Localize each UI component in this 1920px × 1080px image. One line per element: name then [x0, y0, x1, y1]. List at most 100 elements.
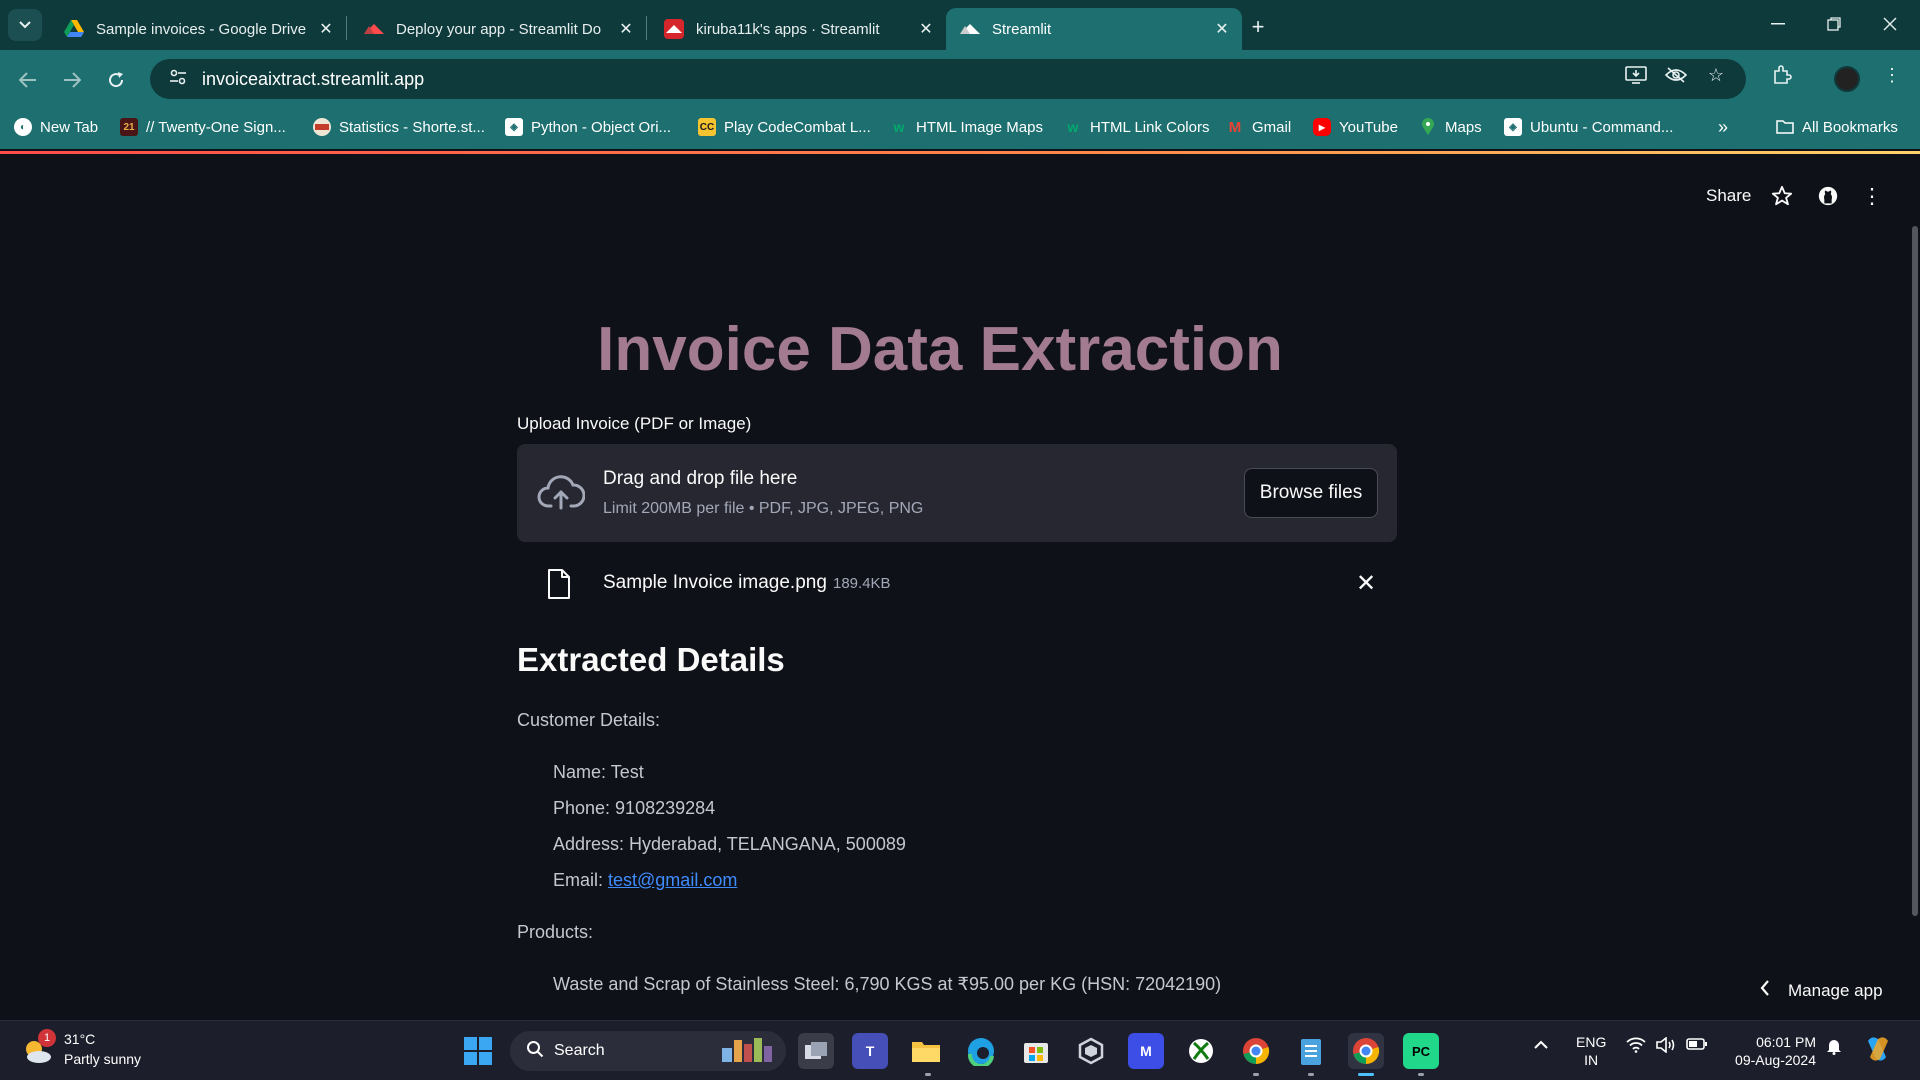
manage-app-button[interactable]: Manage app	[1760, 980, 1883, 1001]
weather-temperature[interactable]: 31°C	[64, 1031, 95, 1047]
share-button[interactable]: Share	[1706, 186, 1751, 206]
bookmark-label: Gmail	[1252, 118, 1292, 136]
edge-icon[interactable]	[963, 1033, 999, 1069]
all-bookmarks-label: All Bookmarks	[1802, 118, 1898, 136]
remove-file-close-icon[interactable]: ✕	[1351, 568, 1381, 598]
file-explorer-icon[interactable]	[908, 1033, 944, 1069]
forward-arrow-icon[interactable]	[56, 64, 88, 96]
eye-off-icon[interactable]	[1660, 59, 1692, 91]
bookmark-label: // Twenty-One Sign...	[146, 118, 286, 136]
close-icon[interactable]: ✕	[1212, 19, 1232, 39]
task-view-icon[interactable]	[798, 1033, 834, 1069]
url-text[interactable]: invoiceaixtract.streamlit.app	[202, 69, 424, 90]
uploaded-file-name: Sample Invoice image.png	[603, 572, 827, 593]
customer-address: Address: Hyderabad, TELANGANA, 500089	[553, 834, 906, 854]
bookmark-ubuntu[interactable]: ◈ Ubuntu - Command...	[1504, 109, 1673, 145]
dev-tool-icon[interactable]	[1073, 1033, 1109, 1069]
app-menu-icon[interactable]: ⋮	[1858, 182, 1886, 210]
gmail-icon: M	[1228, 118, 1242, 136]
active-app-indicator	[1358, 1073, 1374, 1076]
close-icon[interactable]: ✕	[916, 19, 936, 39]
new-tab-button[interactable]: +	[1244, 13, 1272, 41]
bookmark-new-tab[interactable]: ◐ New Tab	[14, 109, 98, 145]
close-icon[interactable]: ✕	[616, 19, 636, 39]
bookmark-gmail[interactable]: M Gmail	[1226, 109, 1291, 145]
bookmark-python[interactable]: ◈ Python - Object Ori...	[505, 109, 671, 145]
bookmark-html-image-maps[interactable]: w HTML Image Maps	[890, 109, 1043, 145]
weather-description[interactable]: Partly sunny	[64, 1051, 141, 1067]
install-app-icon[interactable]	[1620, 59, 1652, 91]
tab-deploy-app[interactable]: Deploy your app - Streamlit Do ✕	[350, 8, 646, 50]
back-arrow-icon[interactable]	[12, 64, 44, 96]
wifi-icon[interactable]	[1626, 1037, 1646, 1057]
bookmark-codecombat[interactable]: CC Play CodeCombat L...	[698, 109, 871, 145]
google-drive-icon	[64, 19, 84, 39]
more-bookmarks-chevron-icon[interactable]: »	[1718, 109, 1728, 145]
close-window-button[interactable]	[1870, 8, 1910, 40]
minimize-button[interactable]	[1758, 8, 1798, 40]
products-heading: Products:	[517, 922, 594, 942]
pycharm-icon[interactable]: PC	[1403, 1033, 1439, 1069]
streamlit-icon	[364, 19, 384, 39]
bookmark-youtube[interactable]: ▶ YouTube	[1313, 109, 1398, 145]
notepad-icon[interactable]	[1293, 1033, 1329, 1069]
page-title: Invoice Data Extraction	[597, 315, 1283, 384]
bookmark-maps[interactable]: Maps	[1419, 109, 1482, 145]
notification-bell-icon[interactable]	[1826, 1037, 1842, 1059]
profile-avatar[interactable]	[1834, 66, 1860, 92]
bookmark-statistics[interactable]: Statistics - Shorte.st...	[313, 109, 485, 145]
language-indicator[interactable]: ENG IN	[1576, 1033, 1606, 1069]
bookmark-html-link-colors[interactable]: w HTML Link Colors	[1064, 109, 1210, 145]
restore-button[interactable]	[1814, 8, 1854, 40]
system-clock[interactable]: 06:01 PM 09-Aug-2024	[1728, 1033, 1816, 1069]
email-label: Email:	[553, 870, 609, 890]
tab-kiruba-apps[interactable]: kiruba11k's apps · Streamlit ✕	[650, 8, 946, 50]
browser-menu-icon[interactable]: ⋮	[1876, 59, 1908, 91]
reload-icon[interactable]	[100, 64, 132, 96]
email-link[interactable]: test@gmail.com	[608, 870, 737, 890]
bookmark-twenty-one[interactable]: 21 // Twenty-One Sign...	[120, 109, 286, 145]
dropzone-limits: Limit 200MB per file • PDF, JPG, JPEG, P…	[603, 500, 924, 517]
tab-search-button[interactable]	[8, 9, 42, 41]
omnibox[interactable]: invoiceaixtract.streamlit.app	[150, 59, 1746, 99]
tab-title: Sample invoices - Google Drive	[96, 20, 307, 38]
language-code: ENG	[1576, 1034, 1607, 1050]
tab-strip: Sample invoices - Google Drive ✕ Deploy …	[0, 0, 1920, 50]
bookmark-label: Play CodeCombat L...	[724, 118, 871, 136]
extensions-icon[interactable]	[1766, 59, 1798, 91]
youtube-icon: ▶	[1313, 118, 1331, 136]
star-icon[interactable]	[1768, 182, 1796, 210]
windows-start-icon[interactable]	[464, 1037, 492, 1065]
page-scrollbar[interactable]	[1912, 226, 1918, 916]
site-settings-icon[interactable]	[158, 69, 198, 90]
all-bookmarks-button[interactable]: All Bookmarks	[1776, 109, 1898, 145]
streamlit-icon	[664, 19, 684, 39]
chrome-active-icon[interactable]	[1348, 1033, 1384, 1069]
extracted-details-heading: Extracted Details	[517, 641, 785, 678]
taskbar-search[interactable]: Search	[510, 1031, 786, 1071]
teams-icon[interactable]: T	[852, 1033, 888, 1069]
running-indicator	[1253, 1073, 1259, 1076]
bookmark-label: Python - Object Ori...	[531, 118, 672, 136]
tab-google-drive[interactable]: Sample invoices - Google Drive ✕	[50, 8, 346, 50]
github-icon[interactable]	[1814, 182, 1842, 210]
windows-taskbar: 1 31°C Partly sunny Search T M PC ENG IN…	[0, 1020, 1920, 1080]
manage-app-label: Manage app	[1788, 980, 1883, 1000]
file-dropzone[interactable]: Drag and drop file here Limit 200MB per …	[517, 444, 1397, 542]
customer-details-heading: Customer Details:	[517, 710, 661, 730]
tab-streamlit[interactable]: Streamlit ✕	[946, 8, 1242, 50]
battery-icon[interactable]	[1686, 1037, 1708, 1055]
bookmark-star-icon[interactable]: ☆	[1700, 59, 1732, 91]
browse-files-button[interactable]: Browse files	[1244, 468, 1378, 518]
math-app-icon[interactable]: M	[1128, 1033, 1164, 1069]
copilot-icon[interactable]	[1862, 1033, 1894, 1069]
streamlit-icon	[960, 19, 980, 39]
microsoft-store-icon[interactable]	[1018, 1033, 1054, 1069]
xbox-icon[interactable]	[1183, 1033, 1219, 1069]
chrome-icon[interactable]	[1238, 1033, 1274, 1069]
volume-icon[interactable]	[1656, 1036, 1676, 1057]
close-icon[interactable]: ✕	[316, 19, 336, 39]
tab-title: Streamlit	[992, 20, 1052, 38]
dropzone-instructions: Drag and drop file here	[603, 468, 798, 489]
show-hidden-icons-chevron-icon[interactable]	[1534, 1037, 1548, 1054]
